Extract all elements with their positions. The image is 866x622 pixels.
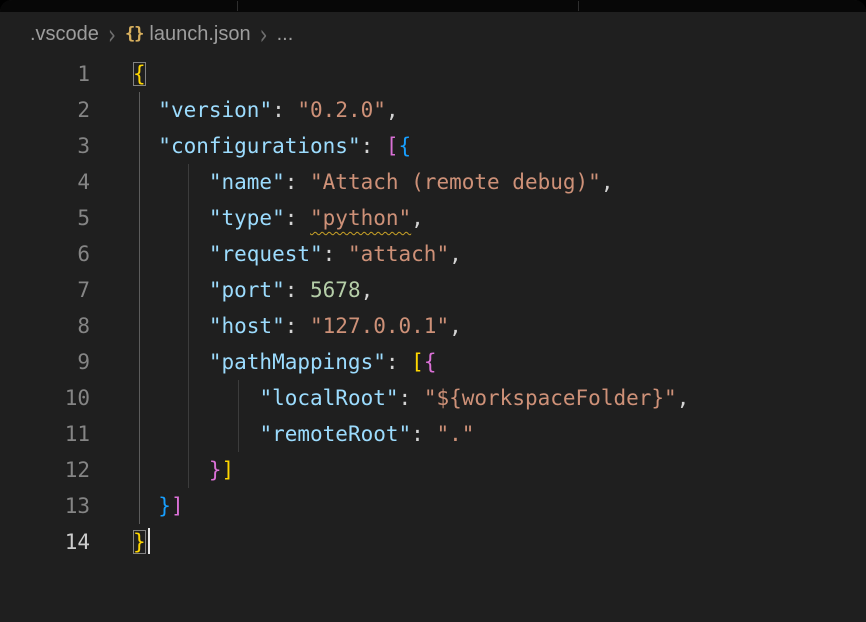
breadcrumb: .vscode › {} launch.json ›... [0, 12, 866, 56]
line-number: 9 [0, 344, 90, 380]
code-line[interactable]: 7 "port": 5678, [0, 272, 866, 308]
code-text: }] [90, 452, 234, 488]
bracket-match-highlight: { [133, 62, 146, 86]
tab-separator [237, 1, 238, 11]
code-line[interactable]: 1{ [0, 56, 866, 92]
chevron-right-icon: › [108, 17, 116, 51]
code-line[interactable]: 4 "name": "Attach (remote debug)", [0, 164, 866, 200]
breadcrumb-item[interactable]: {} launch.json [125, 23, 251, 46]
code-text: "host": "127.0.0.1", [90, 308, 462, 344]
line-number: 5 [0, 200, 90, 236]
line-number: 14 [0, 524, 90, 560]
code-line[interactable]: 12 }] [0, 452, 866, 488]
code-text: "localRoot": "${workspaceFolder}", [90, 380, 689, 416]
code-editor[interactable]: 1{2 "version": "0.2.0",3 "configurations… [0, 56, 866, 622]
code-line[interactable]: 11 "remoteRoot": "." [0, 416, 866, 452]
tab-strip[interactable] [0, 0, 866, 12]
code-line[interactable]: 13 }] [0, 488, 866, 524]
vscode-editor-window: .vscode›{}launch.json›... 1{2 "version":… [0, 0, 866, 622]
line-number: 1 [0, 56, 90, 92]
code-text: "name": "Attach (remote debug)", [90, 164, 613, 200]
code-text: "type": "python", [90, 200, 424, 236]
code-lines: 1{2 "version": "0.2.0",3 "configurations… [0, 56, 866, 560]
code-line[interactable]: 6 "request": "attach", [0, 236, 866, 272]
line-number: 7 [0, 272, 90, 308]
code-text: { [90, 56, 146, 92]
chevron-right-icon: › [260, 17, 268, 51]
code-line[interactable]: 3 "configurations": [{ [0, 128, 866, 164]
line-number: 2 [0, 92, 90, 128]
line-number: 4 [0, 164, 90, 200]
breadcrumb-item[interactable]: .vscode [30, 23, 99, 46]
line-number: 13 [0, 488, 90, 524]
warning-squiggle-token: "python" [310, 206, 411, 230]
code-text: } [90, 524, 150, 560]
code-line[interactable]: 10 "localRoot": "${workspaceFolder}", [0, 380, 866, 416]
code-text: "configurations": [{ [90, 128, 411, 164]
code-text: "version": "0.2.0", [90, 92, 399, 128]
json-braces-icon: {} [125, 24, 143, 44]
line-number: 6 [0, 236, 90, 272]
breadcrumb-item[interactable]: ... [277, 23, 294, 46]
code-line[interactable]: 8 "host": "127.0.0.1", [0, 308, 866, 344]
code-line[interactable]: 14} [0, 524, 866, 560]
tab-separator [578, 1, 579, 11]
code-text: "pathMappings": [{ [90, 344, 436, 380]
bracket-match-highlight: } [133, 530, 146, 554]
code-text: "request": "attach", [90, 236, 462, 272]
code-text: "remoteRoot": "." [90, 416, 474, 452]
line-number: 11 [0, 416, 90, 452]
text-cursor [148, 528, 150, 554]
breadcrumb-label: .vscode [30, 23, 99, 46]
breadcrumb-label: launch.json [149, 23, 250, 46]
line-number: 12 [0, 452, 90, 488]
code-text: }] [90, 488, 184, 524]
line-number: 10 [0, 380, 90, 416]
line-number: 3 [0, 128, 90, 164]
code-line[interactable]: 5 "type": "python", [0, 200, 866, 236]
code-line[interactable]: 9 "pathMappings": [{ [0, 344, 866, 380]
code-text: "port": 5678, [90, 272, 373, 308]
line-number: 8 [0, 308, 90, 344]
breadcrumb-label: ... [277, 23, 294, 46]
code-line[interactable]: 2 "version": "0.2.0", [0, 92, 866, 128]
